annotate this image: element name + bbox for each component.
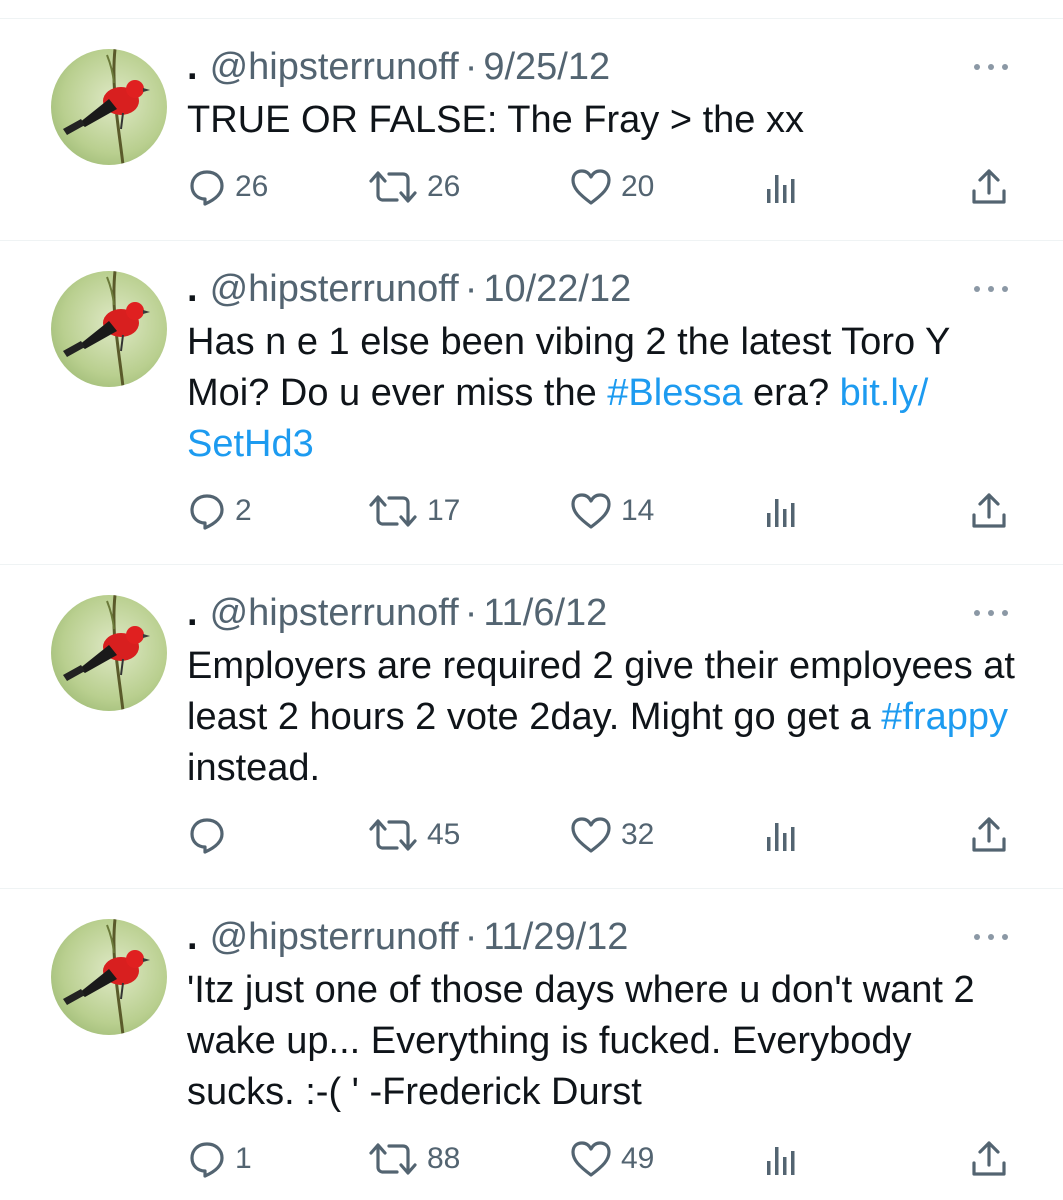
handle[interactable]: @hipsterrunoff <box>210 46 459 88</box>
share-button[interactable] <box>969 489 1009 533</box>
share-upload-icon <box>972 817 1006 852</box>
reply-button[interactable]: 26 <box>187 165 268 209</box>
action-bar: 1 88 49 <box>187 1137 1017 1181</box>
tweet-header: . @hipsterrunoff · 11/6/12 <box>187 587 607 639</box>
action-bar: 2 17 14 <box>187 489 1017 533</box>
like-button[interactable]: 49 <box>569 1137 654 1181</box>
tweet-text: Employers are required 2 give their empl… <box>187 641 1017 794</box>
more-dots-icon[interactable] <box>971 57 1011 77</box>
reply-bubble-icon <box>190 818 224 854</box>
reply-button[interactable] <box>187 813 235 857</box>
like-count: 20 <box>621 170 655 203</box>
reply-button[interactable]: 2 <box>187 489 252 533</box>
like-count: 32 <box>621 818 655 851</box>
share-upload-icon <box>972 493 1006 528</box>
avatar[interactable] <box>51 271 167 387</box>
views-button[interactable] <box>763 489 799 533</box>
text-segment: 'Itz just one of those days where u don'… <box>187 969 975 1113</box>
timestamp[interactable]: 10/22/12 <box>483 268 631 310</box>
tweet-header: . @hipsterrunoff · 9/25/12 <box>187 41 610 93</box>
retweet-count: 17 <box>427 494 461 527</box>
share-button[interactable] <box>969 165 1009 209</box>
reply-count: 1 <box>235 1142 252 1175</box>
tweet[interactable]: . @hipsterrunoff · 9/25/12 TRUE OR FALSE: T… <box>0 19 1063 241</box>
tweet[interactable]: . @hipsterrunoff · 10/22/12 Has n e 1 else … <box>0 241 1063 565</box>
retweet-arrows-icon <box>369 1143 417 1175</box>
avatar[interactable] <box>51 595 167 711</box>
tweet[interactable]: . @hipsterrunoff · 11/6/12 Employers are re… <box>0 565 1063 889</box>
more-dots-icon[interactable] <box>971 279 1011 299</box>
like-button[interactable]: 20 <box>569 165 654 209</box>
reply-count: 26 <box>235 170 269 203</box>
text-segment: era? <box>742 372 840 414</box>
like-button[interactable]: 14 <box>569 489 654 533</box>
more-dots-icon[interactable] <box>971 927 1011 947</box>
display-name[interactable]: . <box>187 592 198 634</box>
share-upload-icon <box>972 169 1006 204</box>
more-dots-icon[interactable] <box>971 603 1011 623</box>
handle[interactable]: @hipsterrunoff <box>210 268 459 310</box>
like-count: 14 <box>621 494 655 527</box>
retweet-count: 26 <box>427 170 461 203</box>
share-button[interactable] <box>969 813 1009 857</box>
heart-icon <box>571 1141 611 1177</box>
like-button[interactable]: 32 <box>569 813 654 857</box>
display-name[interactable]: . <box>187 268 198 310</box>
views-button[interactable] <box>763 1137 799 1181</box>
tweet[interactable]: . @hipsterrunoff · 11/29/12 'Itz just one o… <box>0 889 1063 1200</box>
tweet-text: Has n e 1 else been vibing 2 the latest … <box>187 317 1017 470</box>
retweet-arrows-icon <box>369 171 417 203</box>
heart-icon <box>571 817 611 853</box>
display-name[interactable]: . <box>187 46 198 88</box>
tweet-header: . @hipsterrunoff · 10/22/12 <box>187 263 631 315</box>
text-segment: TRUE OR FALSE: The Fray > the xx <box>187 99 804 141</box>
timestamp[interactable]: 11/29/12 <box>483 916 628 958</box>
reply-count: 2 <box>235 494 252 527</box>
like-count: 49 <box>621 1142 655 1175</box>
heart-icon <box>571 169 611 205</box>
separator: · <box>464 46 478 88</box>
handle[interactable]: @hipsterrunoff <box>210 592 459 634</box>
action-bar: 26 26 20 <box>187 165 1017 209</box>
retweet-button[interactable]: 45 <box>367 813 460 857</box>
avatar[interactable] <box>51 49 167 165</box>
share-upload-icon <box>972 1141 1006 1176</box>
separator: · <box>464 268 478 310</box>
retweet-arrows-icon <box>369 819 417 851</box>
bar-chart-icon <box>767 1147 795 1175</box>
views-button[interactable] <box>763 813 799 857</box>
retweet-arrows-icon <box>369 495 417 527</box>
bar-chart-icon <box>767 823 795 851</box>
hashtag-link[interactable]: #Blessa <box>607 372 742 414</box>
bar-chart-icon <box>767 175 795 203</box>
reply-bubble-icon <box>190 494 224 530</box>
retweet-count: 45 <box>427 818 461 851</box>
timeline: . @hipsterrunoff · 9/25/12 TRUE OR FALSE: T… <box>0 0 1063 1200</box>
retweet-button[interactable]: 26 <box>367 165 460 209</box>
reply-button[interactable]: 1 <box>187 1137 252 1181</box>
separator: · <box>464 592 478 634</box>
timestamp[interactable]: 9/25/12 <box>483 46 610 88</box>
reply-bubble-icon <box>190 1142 224 1178</box>
timestamp[interactable]: 11/6/12 <box>483 592 607 634</box>
retweet-count: 88 <box>427 1142 461 1175</box>
reply-bubble-icon <box>190 170 224 206</box>
views-button[interactable] <box>763 165 799 209</box>
hashtag-link[interactable]: #frappy <box>881 696 1008 738</box>
text-segment: instead. <box>187 747 321 789</box>
retweet-button[interactable]: 88 <box>367 1137 460 1181</box>
avatar[interactable] <box>51 919 167 1035</box>
action-bar: 45 32 <box>187 813 1017 857</box>
tweet-header: . @hipsterrunoff · 11/29/12 <box>187 911 628 963</box>
display-name[interactable]: . <box>187 916 198 958</box>
separator: · <box>464 916 478 958</box>
heart-icon <box>571 493 611 529</box>
bar-chart-icon <box>767 499 795 527</box>
handle[interactable]: @hipsterrunoff <box>210 916 459 958</box>
tweet-text: TRUE OR FALSE: The Fray > the xx <box>187 95 1017 146</box>
retweet-button[interactable]: 17 <box>367 489 460 533</box>
tweet-text: 'Itz just one of those days where u don'… <box>187 965 1017 1118</box>
share-button[interactable] <box>969 1137 1009 1181</box>
